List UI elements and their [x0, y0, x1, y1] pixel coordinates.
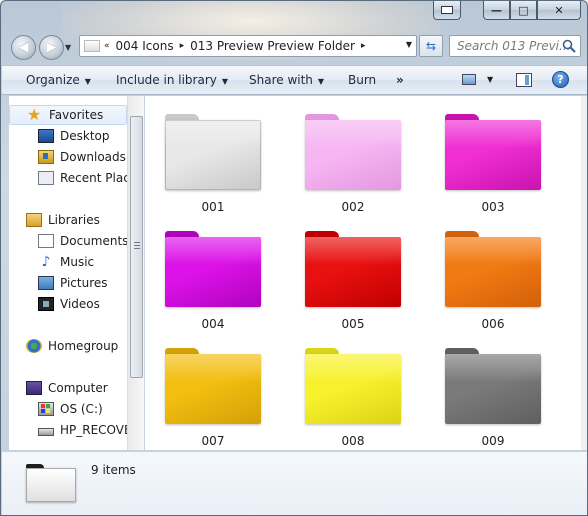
- navigation-bar: ◀ ▶ ▼ « 004 Icons ▸ 013 Preview Preview …: [1, 31, 587, 63]
- forward-button[interactable]: ▶: [39, 35, 64, 60]
- nav-item-recent-places[interactable]: Recent Places: [9, 168, 127, 188]
- breadcrumb-item[interactable]: 004 Icons: [116, 39, 174, 53]
- folder-icon: [165, 231, 261, 307]
- scrollbar-thumb[interactable]: [130, 116, 143, 378]
- nav-item-os-drive[interactable]: OS (C:): [9, 399, 127, 419]
- folder-tile[interactable]: 002: [303, 114, 403, 224]
- nav-item-libraries[interactable]: Libraries: [9, 210, 127, 230]
- help-icon[interactable]: ?: [552, 71, 569, 88]
- address-history-chevron-icon[interactable]: ▼: [406, 40, 412, 49]
- command-bar: Organize ▼ Include in library ▼ Share with…: [2, 65, 587, 95]
- nav-item-desktop[interactable]: Desktop: [9, 126, 127, 146]
- snap-button[interactable]: [433, 1, 461, 20]
- details-pane: 9 items: [2, 451, 587, 515]
- recent-pages-chevron-icon[interactable]: ▼: [65, 43, 71, 52]
- folder-icon: [445, 114, 541, 190]
- back-button[interactable]: ◀: [11, 35, 36, 60]
- folder-tile[interactable]: 005: [303, 231, 403, 341]
- item-count: 9 items: [91, 463, 136, 477]
- refresh-button[interactable]: ⇆: [419, 35, 443, 57]
- folder-tile[interactable]: 007: [163, 348, 263, 450]
- folder-label: 004: [201, 317, 225, 331]
- nav-item-homegroup[interactable]: Homegroup: [9, 336, 127, 356]
- nav-item-pictures[interactable]: Pictures: [9, 273, 127, 293]
- folder-tile[interactable]: 003: [443, 114, 543, 224]
- folder-icon: [305, 348, 401, 424]
- address-bar[interactable]: « 004 Icons ▸ 013 Preview Preview Folder…: [79, 35, 417, 57]
- explorer-window: — □ ✕ ◀ ▶ ▼ « 004 Icons ▸ 013 Preview Pr…: [0, 0, 588, 516]
- folder-tile[interactable]: 006: [443, 231, 543, 341]
- folder-label: 003: [481, 200, 505, 214]
- maximize-button[interactable]: □: [510, 1, 537, 20]
- documents-icon: [38, 234, 54, 248]
- videos-icon: [38, 297, 54, 311]
- folder-tile[interactable]: 008: [303, 348, 403, 450]
- breadcrumb-separator[interactable]: ▸: [361, 41, 366, 51]
- preview-pane-icon[interactable]: [516, 73, 532, 87]
- folder-tile[interactable]: 001: [163, 114, 263, 224]
- close-button[interactable]: ✕: [537, 1, 581, 20]
- view-options-chevron-icon[interactable]: ▼: [487, 75, 493, 84]
- computer-icon: [26, 381, 42, 395]
- folder-icon: [445, 231, 541, 307]
- nav-item-favorites[interactable]: ★ Favorites: [9, 105, 127, 125]
- folder-icon: [165, 114, 261, 190]
- search-input[interactable]: Search 013 Previ...: [449, 35, 581, 57]
- file-list: 001 002 003 004 005 006 007 008 009: [145, 96, 581, 450]
- folder-icon: [305, 114, 401, 190]
- more-commands-button[interactable]: »: [396, 73, 404, 87]
- navigation-pane: ★ Favorites Desktop Downloads Recent Pla…: [9, 96, 127, 450]
- folder-label: 009: [481, 434, 505, 448]
- content-edge: [581, 96, 587, 450]
- breadcrumb-separator[interactable]: ▸: [180, 41, 185, 51]
- folder-thumbnail-icon: [26, 464, 76, 502]
- chevron-down-icon: ▼: [84, 77, 91, 86]
- folder-label: 002: [341, 200, 365, 214]
- folder-icon: [84, 40, 100, 52]
- folder-label: 006: [481, 317, 505, 331]
- folder-tile[interactable]: 009: [443, 348, 543, 450]
- nav-item-videos[interactable]: Videos: [9, 294, 127, 314]
- search-icon[interactable]: [562, 39, 576, 53]
- desktop-icon: [38, 129, 54, 143]
- grip-icon: [134, 242, 140, 249]
- nav-item-downloads[interactable]: Downloads: [9, 147, 127, 167]
- breadcrumb-overflow[interactable]: «: [104, 41, 110, 51]
- search-placeholder: Search 013 Previ...: [457, 39, 571, 53]
- folder-label: 001: [201, 200, 225, 214]
- homegroup-icon: [26, 339, 42, 353]
- folder-label: 008: [341, 434, 365, 448]
- libraries-icon: [26, 213, 42, 227]
- recent-places-icon: [38, 171, 54, 185]
- change-view-icon[interactable]: [462, 74, 476, 85]
- folder-icon: [445, 348, 541, 424]
- folder-icon: [165, 348, 261, 424]
- star-icon: ★: [27, 105, 42, 124]
- window-icon: [441, 6, 453, 14]
- breadcrumb-item[interactable]: 013 Preview Preview Folder: [190, 39, 355, 53]
- nav-item-computer[interactable]: Computer: [9, 378, 127, 398]
- share-with-button[interactable]: Share with ▼: [249, 73, 324, 87]
- nav-item-documents[interactable]: Documents: [9, 231, 127, 251]
- chevron-down-icon: ▼: [317, 77, 325, 86]
- folder-label: 005: [341, 317, 365, 331]
- nav-item-recovery-drive[interactable]: HP_RECOVERY: [9, 420, 127, 440]
- folder-icon: [305, 231, 401, 307]
- windows-drive-icon: [38, 402, 54, 416]
- navigation-pane-scrollbar[interactable]: [127, 96, 144, 450]
- nav-item-music[interactable]: ♪ Music: [9, 252, 127, 272]
- drive-icon: [38, 428, 54, 436]
- organize-button[interactable]: Organize ▼: [26, 73, 91, 87]
- caption-buttons: — □ ✕: [483, 1, 581, 21]
- folder-tile[interactable]: 004: [163, 231, 263, 341]
- burn-button[interactable]: Burn: [348, 73, 376, 87]
- music-icon: ♪: [41, 254, 51, 270]
- downloads-icon: [38, 150, 54, 164]
- pictures-icon: [38, 276, 54, 290]
- folder-label: 007: [201, 434, 225, 448]
- include-in-library-button[interactable]: Include in library ▼: [116, 73, 228, 87]
- chevron-down-icon: ▼: [221, 77, 229, 86]
- minimize-button[interactable]: —: [483, 1, 510, 20]
